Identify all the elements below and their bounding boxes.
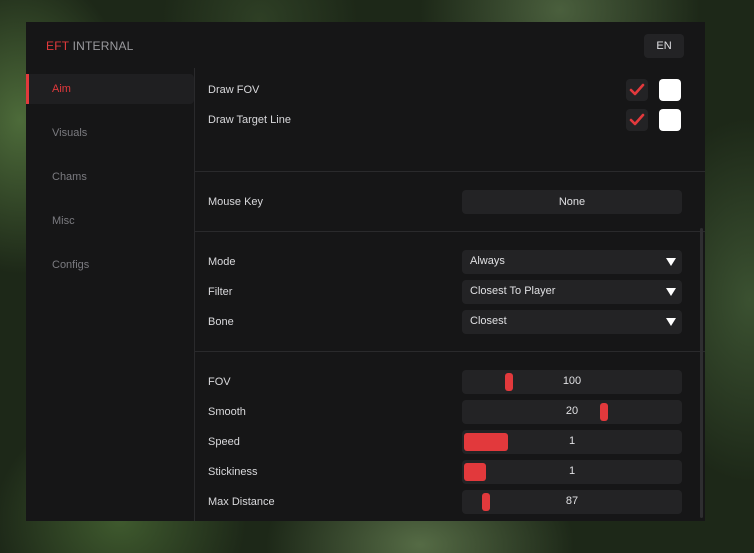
sidebar-item-aim[interactable]: Aim — [26, 74, 194, 104]
filter-select-value: Closest To Player — [470, 285, 556, 297]
dropdown-arrow-icon — [666, 318, 676, 326]
app-title: EFT INTERNAL — [46, 39, 134, 53]
sidebar-item-misc[interactable]: Misc — [26, 206, 194, 236]
checkmark-icon — [629, 83, 645, 96]
app-title-accent: EFT — [46, 39, 70, 53]
language-button[interactable]: EN — [644, 34, 684, 58]
content-scrollbar[interactable] — [700, 228, 703, 518]
checkmark-icon — [629, 113, 645, 126]
smooth-slider[interactable]: 20 — [462, 400, 682, 424]
bone-select[interactable]: Closest — [462, 310, 682, 334]
sidebar: Aim Visuals Chams Misc Configs — [26, 74, 194, 294]
section-divider — [195, 231, 705, 232]
smooth-slider-value: 20 — [565, 405, 579, 417]
dropdown-arrow-icon — [666, 258, 676, 266]
filter-select[interactable]: Closest To Player — [462, 280, 682, 304]
fov-label: FOV — [208, 376, 231, 388]
max-distance-slider[interactable]: 87 — [462, 490, 682, 514]
speed-slider[interactable]: 1 — [462, 430, 682, 454]
filter-label: Filter — [208, 286, 233, 298]
speed-label: Speed — [208, 436, 240, 448]
aim-settings-panel: Draw FOV Draw Target Line Mouse Key None… — [195, 68, 705, 521]
max-distance-slider-value: 87 — [565, 495, 579, 507]
mouse-key-button[interactable]: None — [462, 190, 682, 214]
dropdown-arrow-icon — [666, 288, 676, 296]
fov-slider[interactable]: 100 — [462, 370, 682, 394]
sidebar-item-chams[interactable]: Chams — [26, 162, 194, 192]
speed-slider-value: 1 — [568, 435, 576, 447]
app-title-name: INTERNAL — [72, 39, 134, 53]
smooth-label: Smooth — [208, 406, 246, 418]
section-divider — [195, 171, 705, 172]
sidebar-item-visuals[interactable]: Visuals — [26, 118, 194, 148]
mode-select-value: Always — [470, 255, 505, 267]
draw-target-line-checkbox[interactable] — [626, 109, 648, 131]
title-bar: EFT INTERNAL EN — [26, 22, 705, 68]
cheat-menu-window: EFT INTERNAL EN Aim Visuals Chams Misc C… — [26, 22, 705, 521]
draw-fov-checkbox[interactable] — [626, 79, 648, 101]
section-divider — [195, 351, 705, 352]
draw-target-line-label: Draw Target Line — [208, 114, 291, 126]
mouse-key-label: Mouse Key — [208, 196, 264, 208]
sidebar-item-configs[interactable]: Configs — [26, 250, 194, 280]
stickiness-label: Stickiness — [208, 466, 258, 478]
bone-select-value: Closest — [470, 315, 507, 327]
mode-label: Mode — [208, 256, 236, 268]
draw-fov-label: Draw FOV — [208, 84, 260, 96]
draw-target-line-color-swatch[interactable] — [659, 109, 681, 131]
draw-fov-color-swatch[interactable] — [659, 79, 681, 101]
stickiness-slider-value: 1 — [568, 465, 576, 477]
stickiness-slider[interactable]: 1 — [462, 460, 682, 484]
fov-slider-value: 100 — [562, 375, 582, 387]
mode-select[interactable]: Always — [462, 250, 682, 274]
max-distance-label: Max Distance — [208, 496, 275, 508]
bone-label: Bone — [208, 316, 234, 328]
